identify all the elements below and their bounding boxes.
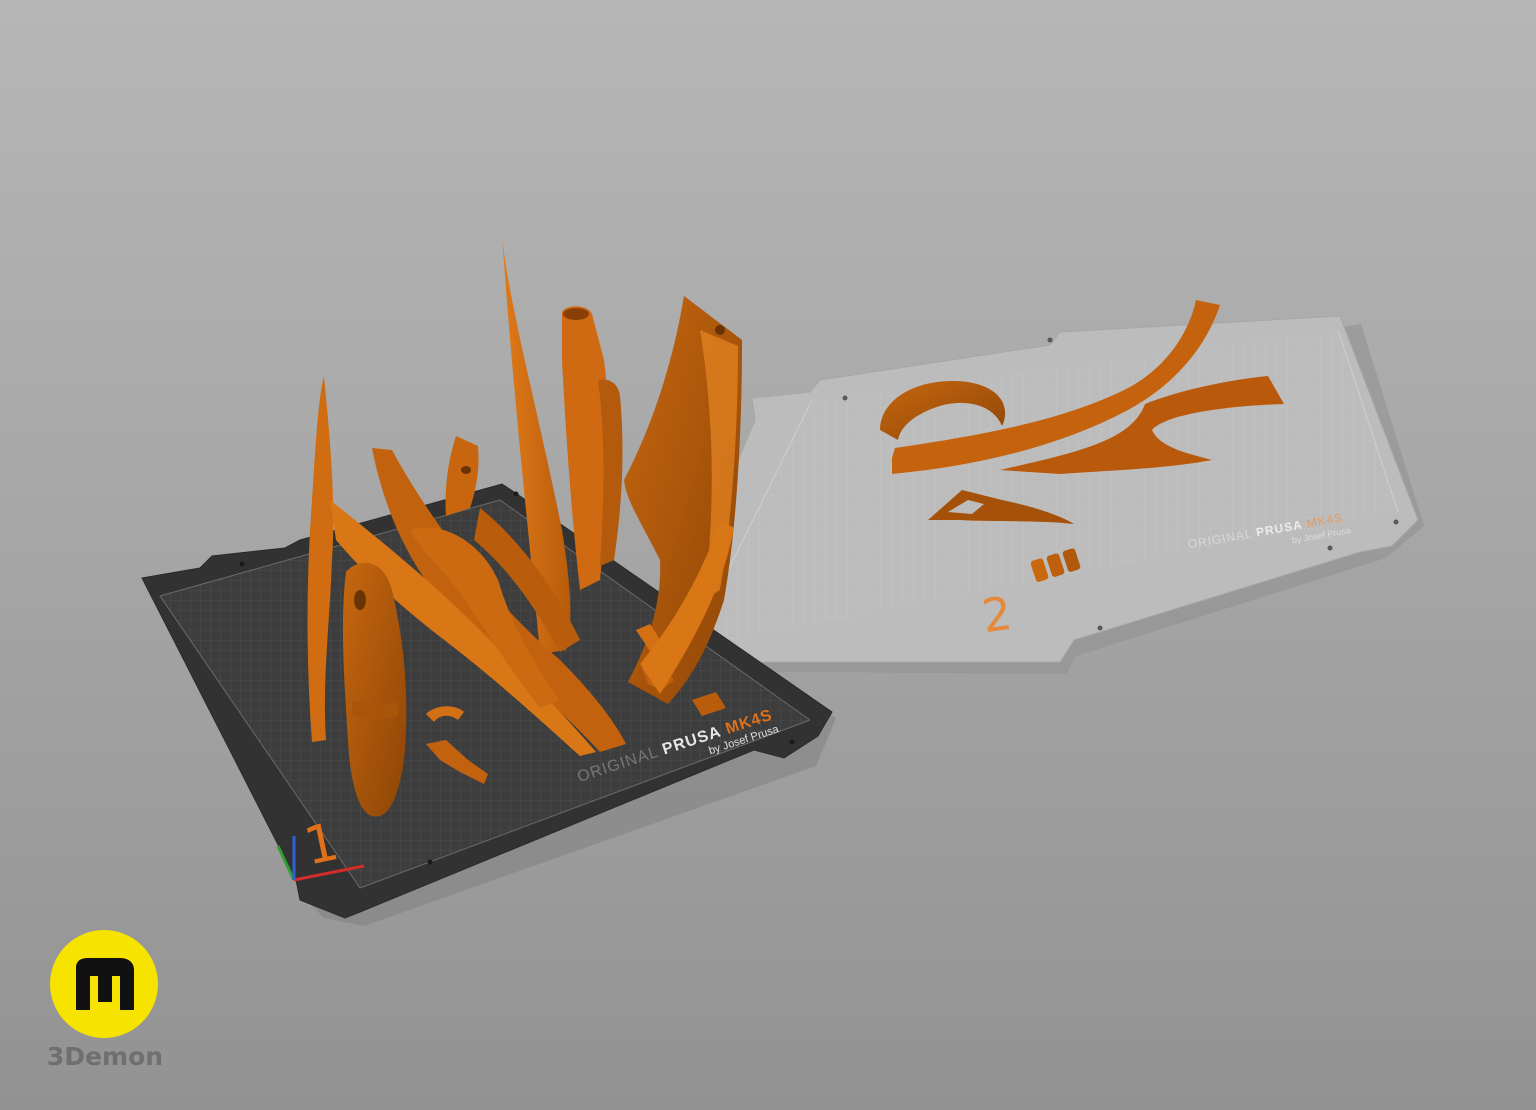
3demon-logo-icon — [50, 930, 158, 1038]
3demon-label: 3Demon — [46, 1042, 164, 1071]
3d-viewport[interactable]: ORIGINAL PRUSA MK4S by Josef Prusa 2 ORI… — [0, 0, 1536, 1110]
3demon-watermark: 3Demon — [46, 930, 164, 1080]
print-bed-2[interactable] — [659, 315, 1425, 674]
